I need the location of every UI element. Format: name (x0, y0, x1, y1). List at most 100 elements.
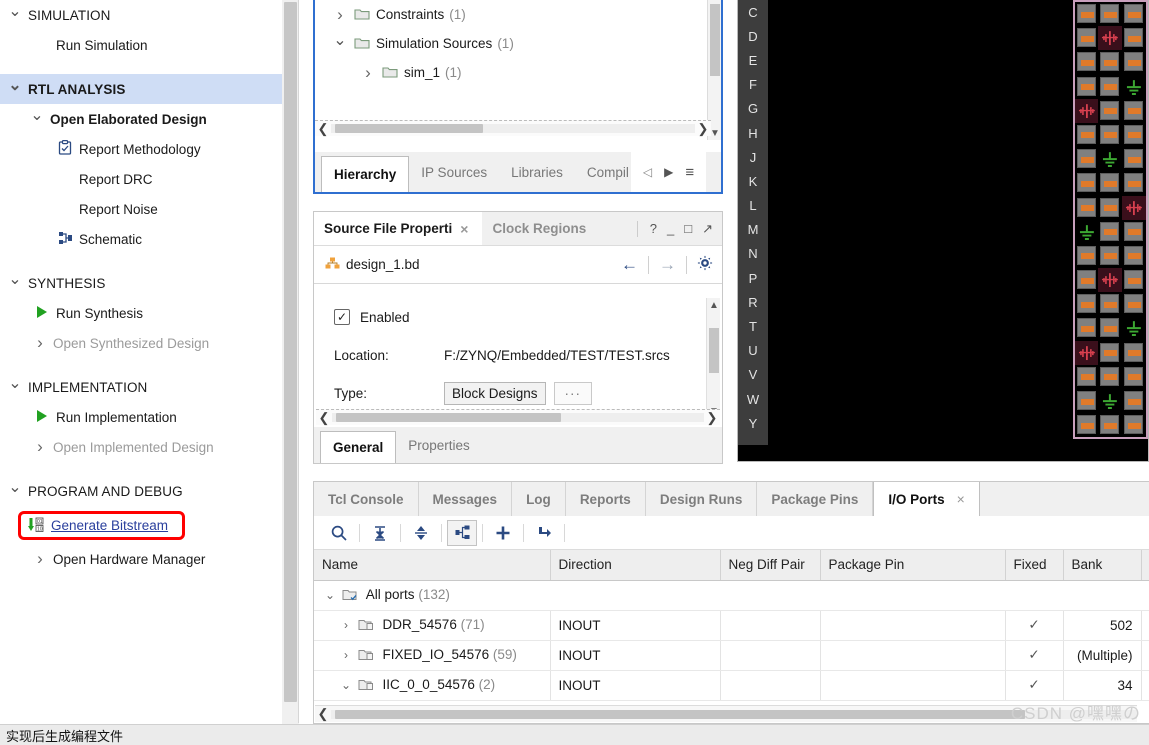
close-icon[interactable]: × (957, 491, 965, 507)
package-pin-io[interactable] (1098, 341, 1122, 365)
sources-tree-hscrollbar[interactable]: ❮ ❯ (315, 120, 711, 136)
tab-reports[interactable]: Reports (566, 482, 646, 516)
package-pin-io[interactable] (1122, 171, 1146, 195)
scrollbar-thumb[interactable] (335, 709, 1025, 719)
package-pin-power[interactable] (1098, 26, 1123, 51)
package-pin-io[interactable] (1122, 413, 1146, 437)
package-pin-io[interactable] (1098, 413, 1122, 437)
sources-tree[interactable]: design_1 (design_1.v) (1) processing_sys… (315, 0, 721, 140)
scroll-right-arrow-icon[interactable]: ❯ (695, 121, 711, 137)
package-pin-io[interactable] (1075, 389, 1099, 413)
tab-menu-icon[interactable]: ≡ (679, 164, 700, 181)
package-pin-io[interactable] (1075, 413, 1099, 437)
back-arrow-icon[interactable]: ← (621, 255, 638, 275)
flow-item-report-drc[interactable]: Report DRC (0, 164, 282, 194)
package-pin-power[interactable] (1074, 98, 1099, 123)
scrollbar-track[interactable] (331, 124, 695, 133)
flow-item-run-simulation[interactable]: Run Simulation (0, 30, 282, 60)
chevron-down-icon[interactable] (333, 34, 347, 54)
package-pin-io[interactable] (1075, 365, 1099, 389)
flow-item-open-hardware-manager[interactable]: Open Hardware Manager (0, 544, 282, 574)
column-header-package-pin[interactable]: Package Pin (820, 550, 1006, 581)
package-pin-io[interactable] (1122, 50, 1146, 74)
package-pin-io[interactable] (1075, 147, 1099, 171)
help-icon[interactable]: ? (650, 221, 657, 236)
package-pin-io[interactable] (1075, 316, 1099, 340)
minimize-icon[interactable]: _ (667, 221, 674, 236)
tab-ip-sources[interactable]: IP Sources (409, 152, 499, 192)
flow-item-schematic[interactable]: Schematic (0, 224, 282, 254)
chevron-down-icon[interactable] (8, 79, 22, 99)
scrollbar-track[interactable] (332, 413, 704, 422)
package-pin-io[interactable] (1098, 365, 1122, 389)
package-pin-io[interactable] (1098, 316, 1122, 340)
tab-log[interactable]: Log (512, 482, 566, 516)
package-pin-io[interactable] (1122, 268, 1146, 292)
add-icon[interactable] (488, 520, 518, 546)
package-pin-io[interactable] (1122, 26, 1146, 50)
package-pin-ground[interactable] (1074, 219, 1099, 244)
flow-section-synthesis[interactable]: SYNTHESIS (0, 268, 282, 298)
package-pin-ground[interactable] (1122, 316, 1146, 341)
tab-hierarchy[interactable]: Hierarchy (321, 156, 410, 192)
flow-section-program-and-debug[interactable]: PROGRAM AND DEBUG (0, 476, 282, 506)
package-pin-power[interactable] (1074, 340, 1099, 365)
tab-package-pins[interactable]: Package Pins (757, 482, 874, 516)
flow-item-open-implemented-design[interactable]: Open Implemented Design (0, 432, 282, 462)
scrollbar-track[interactable] (331, 709, 1137, 719)
table-row[interactable]: › FIXED_IO_54576 (59) INOUT ✓ (Multiple)… (314, 640, 1149, 671)
flow-section-simulation[interactable]: SIMULATION (0, 0, 282, 30)
chevron-right-icon[interactable] (361, 63, 375, 83)
table-row[interactable]: › DDR_54576 (71) INOUT ✓ 502 (M (314, 610, 1149, 641)
close-icon[interactable]: × (452, 221, 476, 237)
scrollbar-thumb[interactable] (284, 2, 297, 702)
maximize-icon[interactable]: □ (684, 221, 692, 236)
tab-messages[interactable]: Messages (419, 482, 513, 516)
package-pin-io[interactable] (1122, 244, 1146, 268)
column-header-neg-diff-pair[interactable]: Neg Diff Pair (720, 550, 821, 581)
package-pin-io[interactable] (1098, 171, 1122, 195)
scroll-left-arrow-icon[interactable]: ❮ (316, 410, 332, 426)
chevron-down-icon[interactable]: ⌄ (338, 678, 354, 692)
package-pin-grid[interactable] (1072, 0, 1148, 440)
package-pin-io[interactable] (1075, 2, 1099, 26)
flow-section-implementation[interactable]: IMPLEMENTATION (0, 372, 282, 402)
chevron-down-icon[interactable] (30, 109, 44, 129)
package-pin-ground[interactable] (1098, 389, 1123, 414)
tab-next-icon[interactable]: ▶ (658, 165, 679, 179)
package-pin-io[interactable] (1122, 2, 1146, 26)
scrollbar-thumb[interactable] (335, 124, 483, 133)
tab-clock-regions[interactable]: Clock Regions (482, 221, 596, 236)
hierarchy-toggle-icon[interactable] (447, 519, 477, 546)
package-pin-io[interactable] (1098, 2, 1122, 26)
column-header-io[interactable]: I/O (1141, 550, 1149, 581)
enabled-checkbox[interactable]: ✓ (334, 309, 350, 325)
io-ports-table[interactable]: Name Direction Neg Diff Pair Package Pin… (314, 550, 1149, 701)
package-pin-io[interactable] (1075, 244, 1099, 268)
collapse-all-icon[interactable] (365, 520, 395, 546)
flow-navigator-scrollbar[interactable]: ⌄ (282, 0, 299, 745)
package-pin-io[interactable] (1075, 50, 1099, 74)
sources-tree-vscrollbar[interactable]: ▲ ▼ (707, 0, 721, 140)
flow-item-report-methodology[interactable]: Report Methodology (0, 134, 282, 164)
tab-tcl-console[interactable]: Tcl Console (314, 482, 419, 516)
package-pin-io[interactable] (1122, 147, 1146, 171)
package-pin-io[interactable] (1075, 171, 1099, 195)
scrollbar-thumb[interactable] (710, 4, 720, 76)
tab-prev-icon[interactable]: ◁ (637, 165, 658, 179)
expand-collapse-icon[interactable] (406, 520, 436, 546)
tab-compile-order[interactable]: Compil (575, 152, 631, 192)
package-pin-power[interactable] (1122, 195, 1146, 220)
float-icon[interactable]: ↗ (702, 221, 713, 237)
column-header-bank[interactable]: Bank (1063, 550, 1142, 581)
package-pin-io[interactable] (1098, 220, 1122, 244)
flow-item-run-implementation[interactable]: Run Implementation (0, 402, 282, 432)
properties-hscrollbar[interactable]: ❮ ❯ (316, 409, 720, 425)
package-pin-io[interactable] (1122, 99, 1146, 123)
scrollbar-thumb[interactable] (336, 413, 561, 422)
package-pin-io[interactable] (1122, 220, 1146, 244)
package-pin-io[interactable] (1098, 292, 1122, 316)
chevron-right-icon[interactable] (33, 549, 47, 569)
tab-design-runs[interactable]: Design Runs (646, 482, 758, 516)
package-pin-io[interactable] (1122, 341, 1146, 365)
